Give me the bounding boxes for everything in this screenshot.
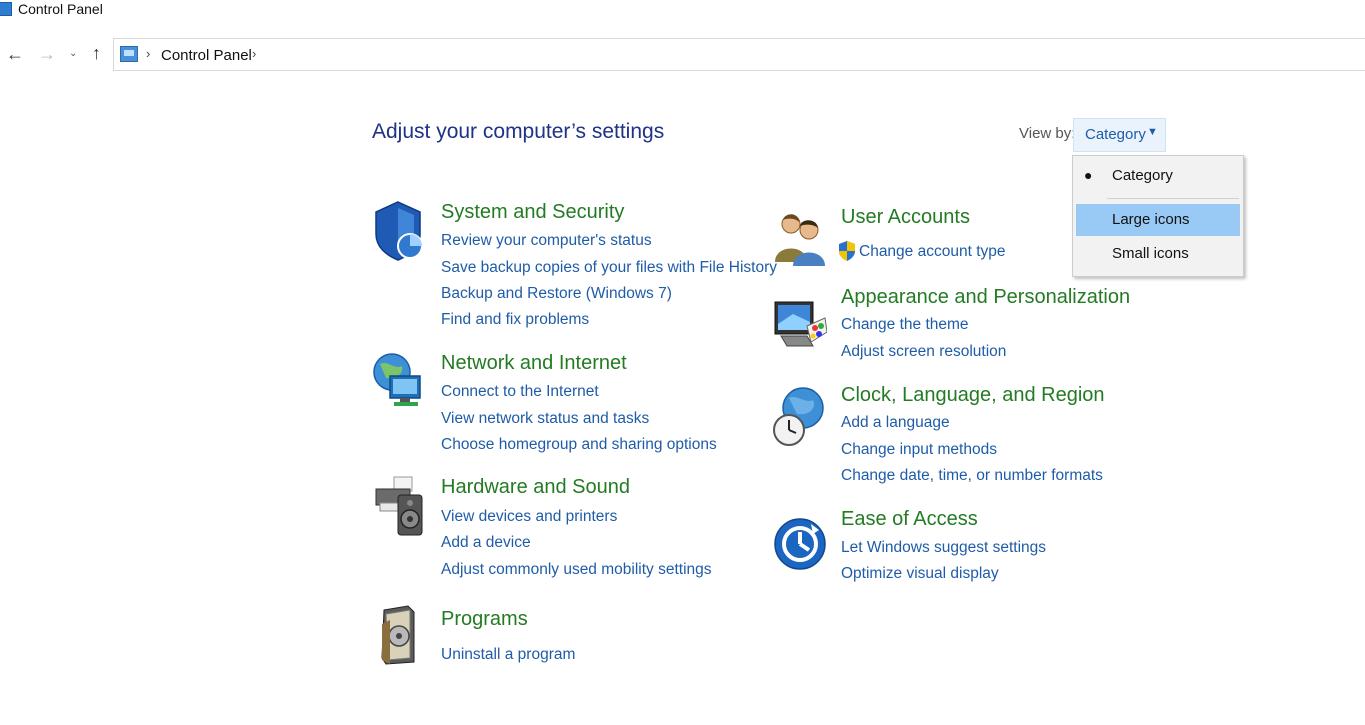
menu-item-label: Category — [1112, 167, 1173, 184]
link-optimize-visual-display[interactable]: Optimize visual display — [841, 565, 999, 583]
control-panel-icon — [120, 46, 138, 62]
link-screen-resolution[interactable]: Adjust screen resolution — [841, 343, 1006, 361]
category-system-security[interactable]: System and Security — [441, 201, 624, 224]
recent-locations-chevron-icon[interactable]: ⌄ — [69, 48, 77, 59]
link-add-language[interactable]: Add a language — [841, 414, 950, 432]
page-title: Adjust your computer’s settings — [372, 120, 665, 143]
menu-item-label: Small icons — [1112, 245, 1189, 262]
printer-speaker-icon[interactable] — [372, 475, 426, 537]
link-backup-restore[interactable]: Backup and Restore (Windows 7) — [441, 285, 672, 303]
programs-box-icon[interactable] — [372, 604, 426, 666]
link-date-time-formats[interactable]: Change date, time, or number formats — [841, 467, 1103, 485]
title-bar: Control Panel — [0, 0, 1365, 22]
menu-divider — [1107, 198, 1239, 199]
link-file-history[interactable]: Save backup copies of your files with Fi… — [441, 259, 777, 277]
category-ease-of-access[interactable]: Ease of Access — [841, 508, 978, 531]
menu-item-large-icons[interactable]: Large icons — [1076, 204, 1240, 236]
category-user-accounts[interactable]: User Accounts — [841, 206, 970, 229]
link-windows-suggest-settings[interactable]: Let Windows suggest settings — [841, 539, 1046, 557]
menu-item-label: Large icons — [1112, 211, 1190, 228]
link-review-status[interactable]: Review your computer's status — [441, 232, 652, 250]
network-globe-icon[interactable] — [372, 350, 426, 412]
up-arrow-icon[interactable]: ↑ — [92, 43, 101, 64]
category-hardware-sound[interactable]: Hardware and Sound — [441, 476, 630, 499]
selected-bullet-icon: ● — [1084, 167, 1093, 183]
dropdown-arrow-icon: ▼ — [1147, 126, 1158, 138]
link-add-device[interactable]: Add a device — [441, 534, 531, 552]
user-accounts-icon[interactable] — [773, 208, 827, 270]
view-by-selected: Category — [1085, 126, 1146, 143]
appearance-monitor-icon[interactable] — [773, 296, 827, 358]
link-mobility-settings[interactable]: Adjust commonly used mobility settings — [441, 561, 712, 579]
link-connect-internet[interactable]: Connect to the Internet — [441, 383, 599, 401]
link-uninstall-program[interactable]: Uninstall a program — [441, 646, 575, 664]
category-programs[interactable]: Programs — [441, 608, 528, 631]
link-change-input-methods[interactable]: Change input methods — [841, 441, 997, 459]
breadcrumb-control-panel[interactable]: Control Panel — [161, 47, 252, 64]
clock-globe-icon[interactable] — [773, 386, 827, 448]
link-find-fix-problems[interactable]: Find and fix problems — [441, 311, 589, 329]
view-by-menu: ● Category Large icons Small icons — [1072, 155, 1244, 277]
ease-of-access-icon[interactable] — [773, 510, 827, 572]
category-appearance-personalization[interactable]: Appearance and Personalization — [841, 286, 1130, 309]
view-by-label: View by: — [1019, 125, 1076, 142]
menu-item-small-icons[interactable]: Small icons — [1076, 238, 1240, 270]
forward-arrow-icon[interactable]: → — [38, 44, 56, 65]
link-homegroup-sharing[interactable]: Choose homegroup and sharing options — [441, 436, 717, 454]
breadcrumb-separator[interactable]: › — [146, 46, 150, 61]
uac-shield-icon — [839, 241, 855, 261]
shield-icon[interactable] — [372, 200, 426, 262]
link-devices-printers[interactable]: View devices and printers — [441, 508, 617, 526]
back-arrow-icon[interactable]: ← — [6, 44, 24, 65]
window-title: Control Panel — [18, 1, 103, 17]
link-network-status[interactable]: View network status and tasks — [441, 410, 649, 428]
link-change-account-type[interactable]: Change account type — [859, 243, 1006, 261]
address-bar[interactable]: › Control Panel › — [113, 38, 1365, 71]
category-network-internet[interactable]: Network and Internet — [441, 352, 627, 375]
control-panel-icon — [0, 2, 12, 16]
link-change-theme[interactable]: Change the theme — [841, 316, 969, 334]
breadcrumb-separator[interactable]: › — [252, 46, 256, 61]
category-clock-language-region[interactable]: Clock, Language, and Region — [841, 384, 1105, 407]
view-by-dropdown[interactable]: Category ▼ — [1073, 118, 1166, 152]
menu-item-category[interactable]: ● Category — [1076, 160, 1240, 192]
